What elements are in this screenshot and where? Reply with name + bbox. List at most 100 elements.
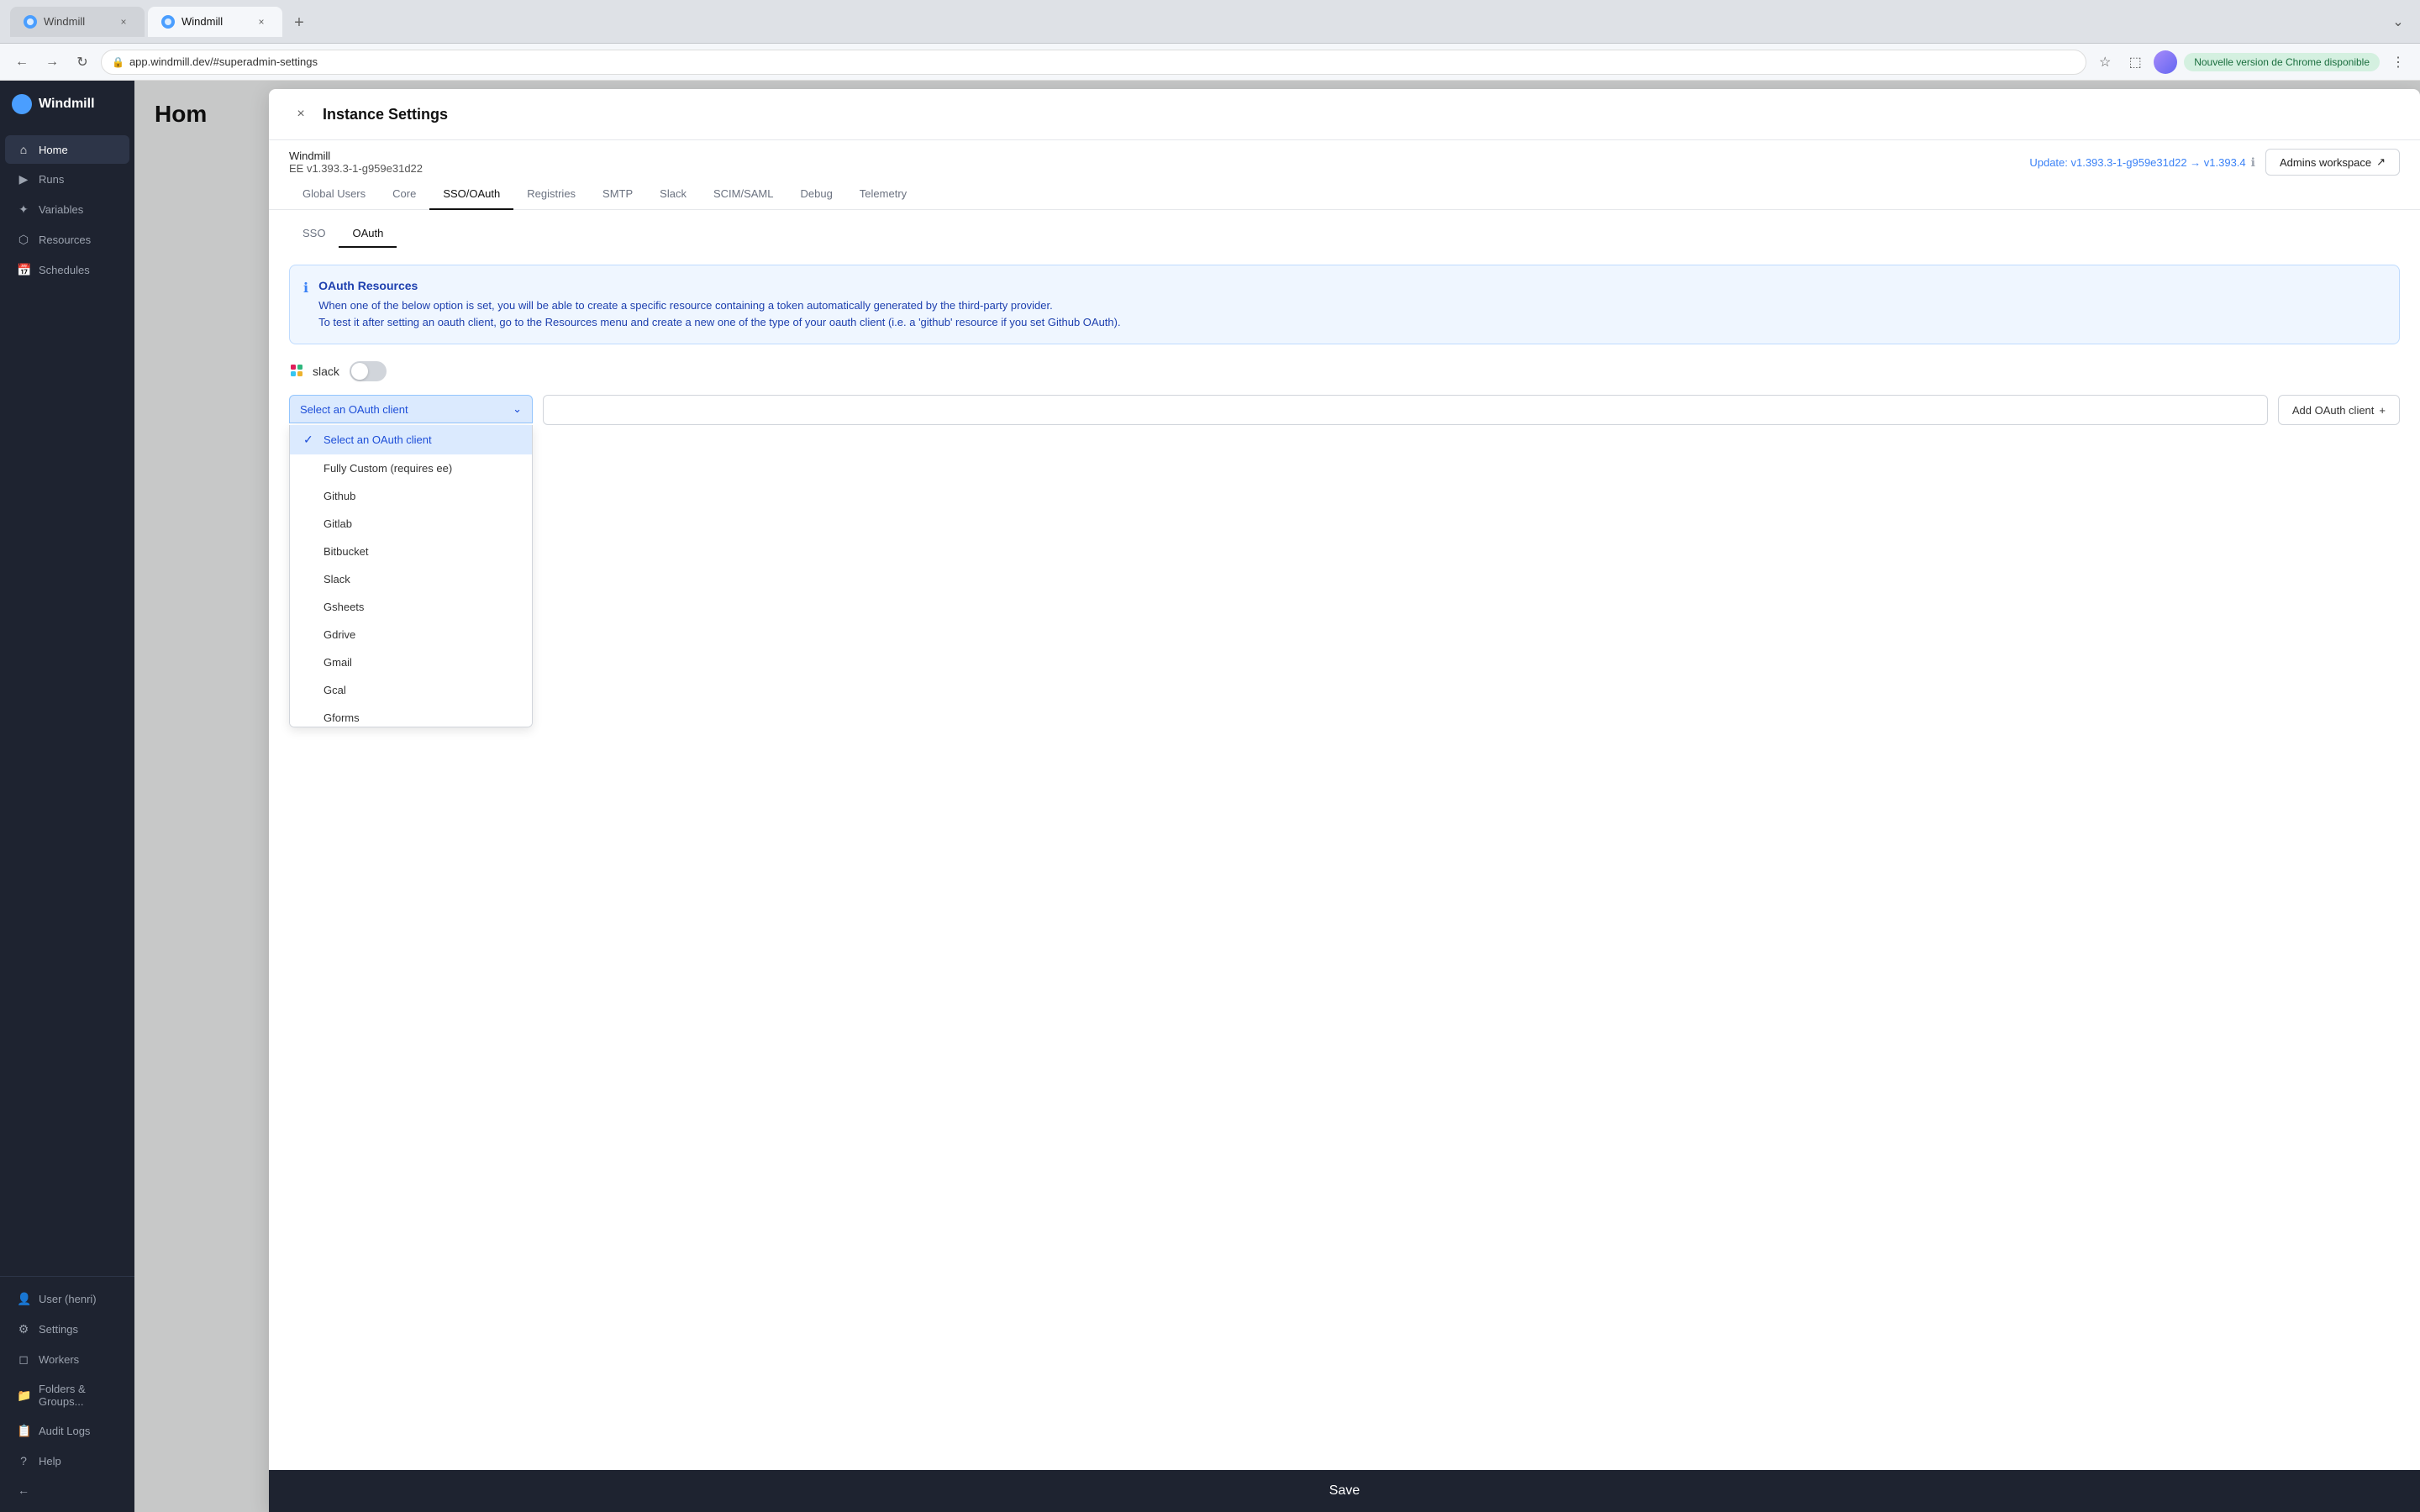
tab-sso-oauth[interactable]: SSO/OAuth: [429, 179, 513, 210]
sidebar-item-workers[interactable]: ◻ Workers: [5, 1345, 129, 1374]
browser-tab-1[interactable]: Windmill ×: [10, 7, 145, 37]
subtab-sso[interactable]: SSO: [289, 220, 339, 248]
tab-smtp[interactable]: SMTP: [589, 179, 646, 210]
dropdown-item-label-github: Github: [324, 490, 355, 502]
main-area: Hom × Instance Settings Windmill EE v1.3…: [134, 81, 2420, 1512]
tab-registries[interactable]: Registries: [513, 179, 589, 210]
slack-label-group: slack: [289, 363, 339, 380]
dropdown-item-fully-custom[interactable]: Fully Custom (requires ee): [290, 454, 532, 482]
tab-favicon-2: [161, 15, 175, 29]
sidebar-logo[interactable]: Windmill: [0, 81, 134, 128]
schedules-icon: 📅: [17, 263, 30, 277]
oauth-client-text-input[interactable]: [543, 395, 2268, 425]
tab-global-users[interactable]: Global Users: [289, 179, 379, 210]
dropdown-item-gsheets[interactable]: Gsheets: [290, 593, 532, 621]
chrome-update-button[interactable]: Nouvelle version de Chrome disponible: [2184, 53, 2380, 71]
dropdown-item-select[interactable]: ✓ Select an OAuth client: [290, 425, 532, 454]
refresh-button[interactable]: ↻: [71, 50, 94, 74]
dropdown-item-label-select: Select an OAuth client: [324, 433, 432, 446]
sidebar-nav: ⌂ Home ▶ Runs ✦ Variables ⬡ Resources 📅 …: [0, 128, 134, 1276]
browser-tab-bar: Windmill × Windmill × + ⌄: [0, 0, 2420, 44]
dropdown-item-label-gforms: Gforms: [324, 711, 360, 724]
dropdown-item-github[interactable]: Github: [290, 482, 532, 510]
sidebar-item-settings[interactable]: ⚙ Settings: [5, 1315, 129, 1344]
modal-footer: Save: [269, 1470, 2420, 1512]
tab-title-2: Windmill: [182, 15, 223, 28]
back-button[interactable]: ←: [10, 50, 34, 74]
dropdown-item-label-bitbucket: Bitbucket: [324, 545, 368, 558]
help-icon: ?: [17, 1454, 30, 1467]
dropdown-item-label-gdrive: Gdrive: [324, 628, 355, 641]
dropdown-item-gmail[interactable]: Gmail: [290, 648, 532, 676]
sidebar-label-workers: Workers: [39, 1353, 79, 1366]
sidebar-item-help[interactable]: ? Help: [5, 1446, 129, 1475]
slack-grid-icon: [289, 363, 306, 380]
sidebar-bottom: 👤 User (henri) ⚙ Settings ◻ Workers 📁 Fo…: [0, 1276, 134, 1512]
sidebar-item-runs[interactable]: ▶ Runs: [5, 165, 129, 194]
sidebar-label-settings: Settings: [39, 1323, 78, 1336]
sidebar-item-home[interactable]: ⌂ Home: [5, 135, 129, 164]
dropdown-item-gitlab[interactable]: Gitlab: [290, 510, 532, 538]
sidebar-item-audit[interactable]: 📋 Audit Logs: [5, 1416, 129, 1446]
modal-title: Instance Settings: [323, 106, 448, 123]
subtab-oauth[interactable]: OAuth: [339, 220, 397, 248]
tab-close-2[interactable]: ×: [254, 14, 269, 29]
browser-tab-2[interactable]: Windmill ×: [148, 7, 282, 37]
add-oauth-client-button[interactable]: Add OAuth client +: [2278, 395, 2400, 425]
dropdown-item-gdrive[interactable]: Gdrive: [290, 621, 532, 648]
user-avatar[interactable]: [2154, 50, 2177, 74]
app-layout: Windmill ⌂ Home ▶ Runs ✦ Variables ⬡ Res…: [0, 81, 2420, 1512]
home-icon: ⌂: [17, 143, 30, 156]
forward-button[interactable]: →: [40, 50, 64, 74]
modal-header: × Instance Settings: [269, 89, 2420, 140]
settings-icon: ⚙: [17, 1322, 30, 1336]
tab-slack[interactable]: Slack: [646, 179, 700, 210]
tab-telemetry[interactable]: Telemetry: [846, 179, 920, 210]
info-box-icon: ℹ: [303, 280, 308, 330]
oauth-client-row: Select an OAuth client ⌄ ✓ Select an OAu…: [289, 395, 2400, 425]
save-button[interactable]: Save: [1329, 1483, 1360, 1499]
tab-debug[interactable]: Debug: [786, 179, 845, 210]
slack-toggle[interactable]: [350, 361, 387, 381]
address-bar[interactable]: 🔒 app.windmill.dev/#superadmin-settings: [101, 50, 2086, 75]
dropdown-item-slack[interactable]: Slack: [290, 565, 532, 593]
sidebar-label-audit: Audit Logs: [39, 1425, 90, 1437]
window-menu-icon[interactable]: ⌄: [2386, 10, 2410, 34]
update-info-icon: ℹ: [2251, 155, 2255, 170]
sidebar-item-variables[interactable]: ✦ Variables: [5, 195, 129, 224]
lock-icon: 🔒: [112, 56, 124, 68]
sidebar-label-schedules: Schedules: [39, 264, 90, 276]
admins-workspace-button[interactable]: Admins workspace ↗: [2265, 149, 2400, 176]
modal-subtabs: SSO OAuth: [269, 210, 2420, 248]
dropdown-item-bitbucket[interactable]: Bitbucket: [290, 538, 532, 565]
sidebar-item-resources[interactable]: ⬡ Resources: [5, 225, 129, 255]
external-link-icon: ↗: [2376, 155, 2386, 169]
info-box-text: When one of the below option is set, you…: [318, 297, 1121, 330]
slack-text-label: slack: [313, 365, 339, 378]
update-link-text: Update: v1.393.3-1-g959e31d22 → v1.393.4: [2029, 156, 2245, 169]
new-tab-button[interactable]: +: [286, 10, 313, 37]
window-controls: ⌄: [2386, 10, 2410, 34]
tab-close-1[interactable]: ×: [116, 14, 131, 29]
chrome-menu-icon[interactable]: ⋮: [2386, 50, 2410, 74]
tab-core[interactable]: Core: [379, 179, 429, 210]
sidebar-label-user: User (henri): [39, 1293, 97, 1305]
variables-icon: ✦: [17, 202, 30, 217]
sidebar-item-folders[interactable]: 📁 Folders & Groups...: [5, 1375, 129, 1415]
oauth-client-selected[interactable]: Select an OAuth client ⌄: [289, 395, 533, 423]
version-info: Windmill EE v1.393.3-1-g959e31d22: [289, 150, 423, 175]
modal-body: ℹ OAuth Resources When one of the below …: [269, 248, 2420, 1470]
extension-icon[interactable]: ⬚: [2123, 50, 2147, 74]
oauth-info-box: ℹ OAuth Resources When one of the below …: [289, 265, 2400, 344]
dropdown-item-gcal[interactable]: Gcal: [290, 676, 532, 704]
sidebar-back-button[interactable]: ←: [5, 1476, 129, 1504]
dropdown-item-gforms[interactable]: Gforms: [290, 704, 532, 727]
user-icon: 👤: [17, 1292, 30, 1306]
modal-close-button[interactable]: ×: [289, 102, 313, 126]
sidebar-item-user[interactable]: 👤 User (henri): [5, 1284, 129, 1314]
update-link[interactable]: Update: v1.393.3-1-g959e31d22 → v1.393.4…: [2029, 155, 2255, 170]
oauth-client-dropdown-menu[interactable]: ✓ Select an OAuth client Fully Custom (r…: [289, 425, 533, 727]
bookmark-icon[interactable]: ☆: [2093, 50, 2117, 74]
sidebar-item-schedules[interactable]: 📅 Schedules: [5, 255, 129, 285]
tab-scim-saml[interactable]: SCIM/SAML: [700, 179, 787, 210]
